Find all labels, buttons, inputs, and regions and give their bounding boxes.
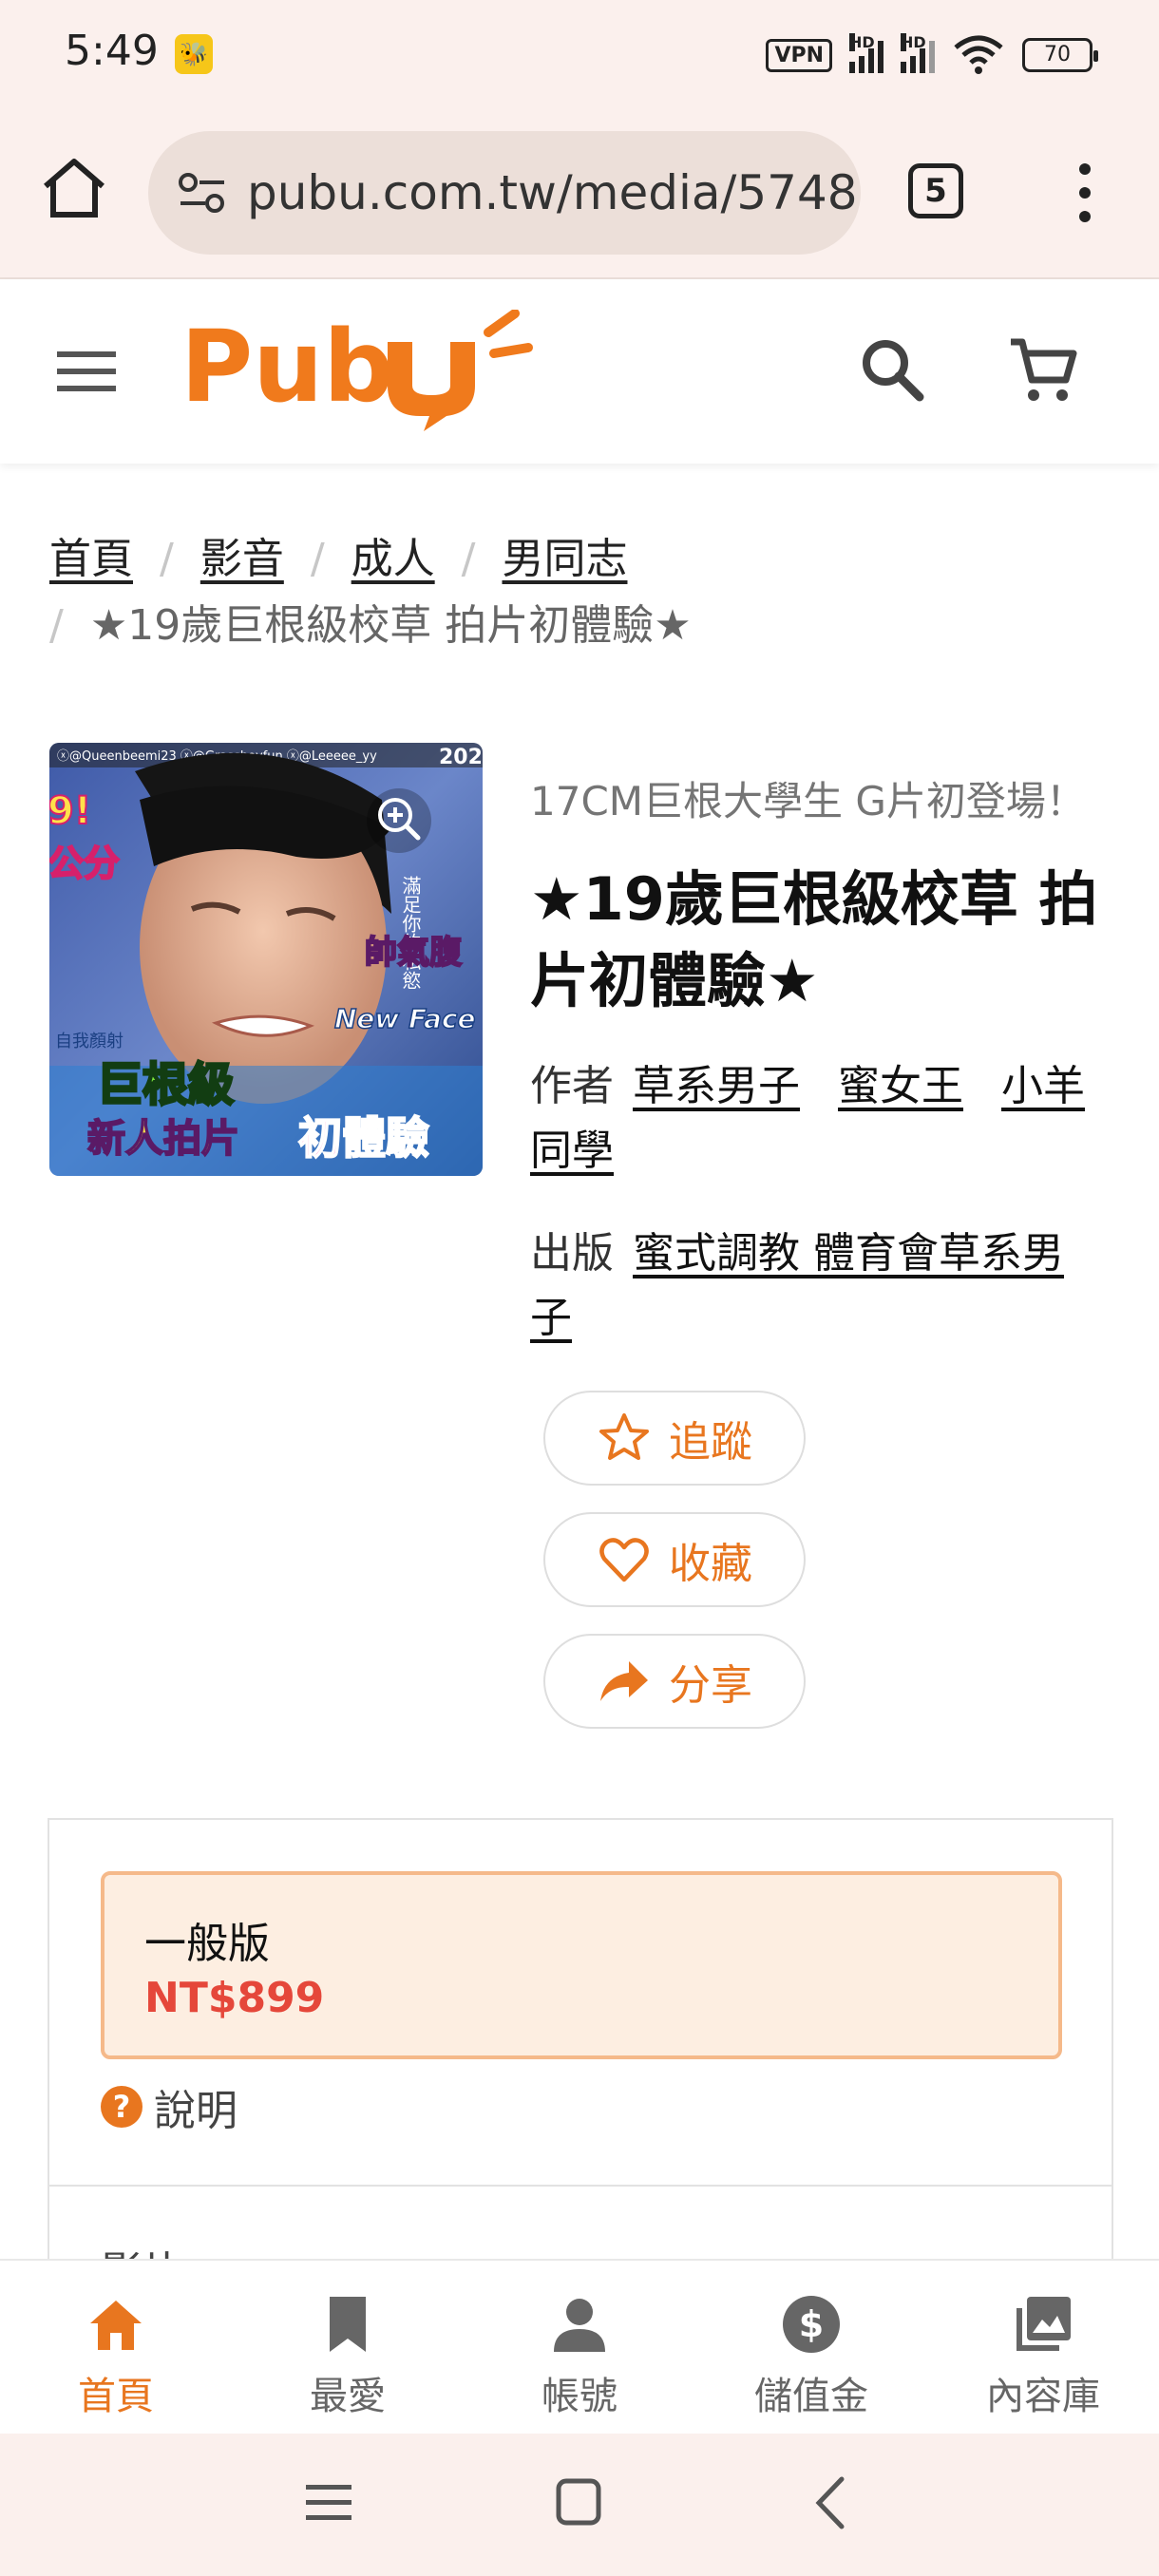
- breadcrumb-separator: /: [49, 601, 64, 650]
- publisher-row: 出版 蜜式調教 體育會草系男子: [530, 1222, 1119, 1351]
- dollar-icon: $: [783, 2296, 840, 2353]
- nav-item-wallet[interactable]: $ 儲值金: [695, 2261, 927, 2434]
- help-label: 說明: [154, 2087, 238, 2135]
- favorite-label: 收藏: [669, 1540, 752, 1588]
- cover-left2: 公分: [49, 843, 120, 884]
- breadcrumb-separator: /: [310, 535, 325, 583]
- status-bar: 5:49 🐝 VPN HD HD 70: [0, 0, 1159, 114]
- svg-text:Pub: Pub: [180, 310, 394, 425]
- bookmark-icon: [330, 2297, 366, 2352]
- home-icon[interactable]: [38, 152, 110, 224]
- breadcrumb-gay[interactable]: 男同志: [502, 535, 627, 583]
- cover-big3: 初體驗: [298, 1112, 429, 1164]
- product-subtitle: 17CM巨根大學生 G片初登場！: [530, 778, 1086, 824]
- home-icon: [90, 2301, 142, 2350]
- cart-icon[interactable]: [1005, 332, 1081, 408]
- breadcrumb-separator: /: [461, 535, 476, 583]
- purchase-card: 一般版 NT$899 ? 說明 影片: [48, 1818, 1113, 2297]
- cover-vertical: 滿足你的私慾: [399, 876, 422, 990]
- person-icon: [554, 2299, 605, 2352]
- follow-button[interactable]: 追蹤: [543, 1391, 806, 1486]
- nav-label-library: 內容庫: [986, 2375, 1100, 2418]
- bee-app-icon: 🐝: [175, 34, 213, 74]
- favorite-button[interactable]: 收藏: [543, 1512, 806, 1607]
- library-icon: [1016, 2297, 1071, 2351]
- zoom-in-icon[interactable]: [365, 786, 433, 855]
- address-bar[interactable]: pubu.com.tw/media/5748: [148, 131, 861, 255]
- more-menu-icon[interactable]: [1074, 160, 1096, 226]
- heart-icon: [599, 1538, 649, 1582]
- breadcrumb-adult[interactable]: 成人: [352, 535, 435, 583]
- cover-side1: 自我顏射: [55, 1032, 124, 1051]
- search-icon[interactable]: [855, 332, 931, 408]
- author-label: 作者: [530, 1062, 614, 1110]
- cover-big1: 巨根級: [97, 1058, 234, 1111]
- site-settings-icon[interactable]: [177, 169, 228, 217]
- help-icon: ?: [101, 2086, 142, 2128]
- breadcrumb-media[interactable]: 影音: [200, 535, 284, 583]
- system-nav-bar: [0, 2434, 1159, 2576]
- breadcrumb-current: ★19歲巨根級校草 拍片初體驗★: [89, 601, 692, 650]
- follow-label: 追蹤: [669, 1418, 752, 1467]
- browser-toolbar: pubu.com.tw/media/5748 5: [0, 114, 1159, 279]
- pubu-logo[interactable]: Pub: [180, 310, 542, 433]
- edition-price: NT$899: [144, 1974, 325, 2022]
- battery-icon: 70: [1022, 38, 1098, 72]
- cover-badge: 帥氣腹: [365, 934, 463, 972]
- tab-switcher-button[interactable]: 5: [908, 163, 963, 218]
- recent-apps-icon[interactable]: [304, 2479, 353, 2527]
- site-header: Pub: [0, 279, 1159, 464]
- svg-text:$: $: [799, 2303, 824, 2345]
- status-indicators: VPN HD HD 70: [766, 33, 1098, 76]
- product-title: ★19歲巨根級校草 拍片初體驗★: [530, 864, 1098, 1015]
- wifi-icon: [954, 35, 1003, 74]
- hd-label-2: HD: [901, 33, 926, 51]
- publisher-label: 出版: [530, 1229, 614, 1278]
- url-text[interactable]: pubu.com.tw/media/5748: [247, 165, 858, 220]
- author-link[interactable]: 蜜女王: [838, 1062, 963, 1110]
- signal-icon: HD: [849, 33, 884, 73]
- share-button[interactable]: 分享: [543, 1634, 806, 1729]
- vpn-badge: VPN: [766, 38, 832, 72]
- back-icon[interactable]: [811, 2473, 849, 2532]
- bottom-nav: 首頁 最愛 帳號 $ 儲值金 內容庫: [0, 2259, 1159, 2434]
- nav-item-home[interactable]: 首頁: [0, 2261, 232, 2434]
- divider: [49, 2185, 1112, 2187]
- edition-option[interactable]: 一般版 NT$899: [101, 1871, 1062, 2059]
- cover-left1: 9!: [49, 789, 91, 833]
- hamburger-menu-icon[interactable]: [57, 348, 116, 395]
- nav-item-account[interactable]: 帳號: [464, 2261, 695, 2434]
- share-arrow-icon: [600, 1661, 648, 1701]
- breadcrumb: 首頁 / 影音 / 成人 / 男同志 / ★19歲巨根級校草 拍片初體驗★: [49, 526, 1113, 659]
- help-link[interactable]: ? 說明: [101, 2076, 238, 2137]
- author-link[interactable]: 草系男子: [633, 1062, 800, 1110]
- star-icon: [599, 1413, 649, 1460]
- hd-label: HD: [849, 33, 875, 51]
- signal-icon-2: HD: [901, 33, 935, 73]
- share-label: 分享: [669, 1661, 752, 1710]
- status-time: 5:49: [65, 27, 159, 75]
- cover-big2: 新人拍片: [87, 1117, 239, 1161]
- breadcrumb-home[interactable]: 首頁: [49, 535, 133, 583]
- cover-newface: New Face: [334, 1003, 475, 1034]
- nav-label-account: 帳號: [542, 2375, 618, 2418]
- nav-label-favorites: 最愛: [310, 2375, 386, 2418]
- nav-item-favorites[interactable]: 最愛: [232, 2261, 464, 2434]
- breadcrumb-separator: /: [160, 535, 174, 583]
- nav-item-library[interactable]: 內容庫: [927, 2261, 1159, 2434]
- system-home-icon[interactable]: [555, 2475, 602, 2529]
- screen: 5:49 🐝 VPN HD HD 70 pubu.com.tw/media/57…: [0, 0, 1159, 2576]
- nav-label-home: 首頁: [78, 2375, 154, 2418]
- author-row: 作者 草系男子 蜜女王 小羊同學: [530, 1054, 1119, 1184]
- nav-label-wallet: 儲值金: [754, 2375, 868, 2418]
- edition-name: 一般版: [144, 1920, 270, 1968]
- cover-year: 202: [439, 746, 483, 769]
